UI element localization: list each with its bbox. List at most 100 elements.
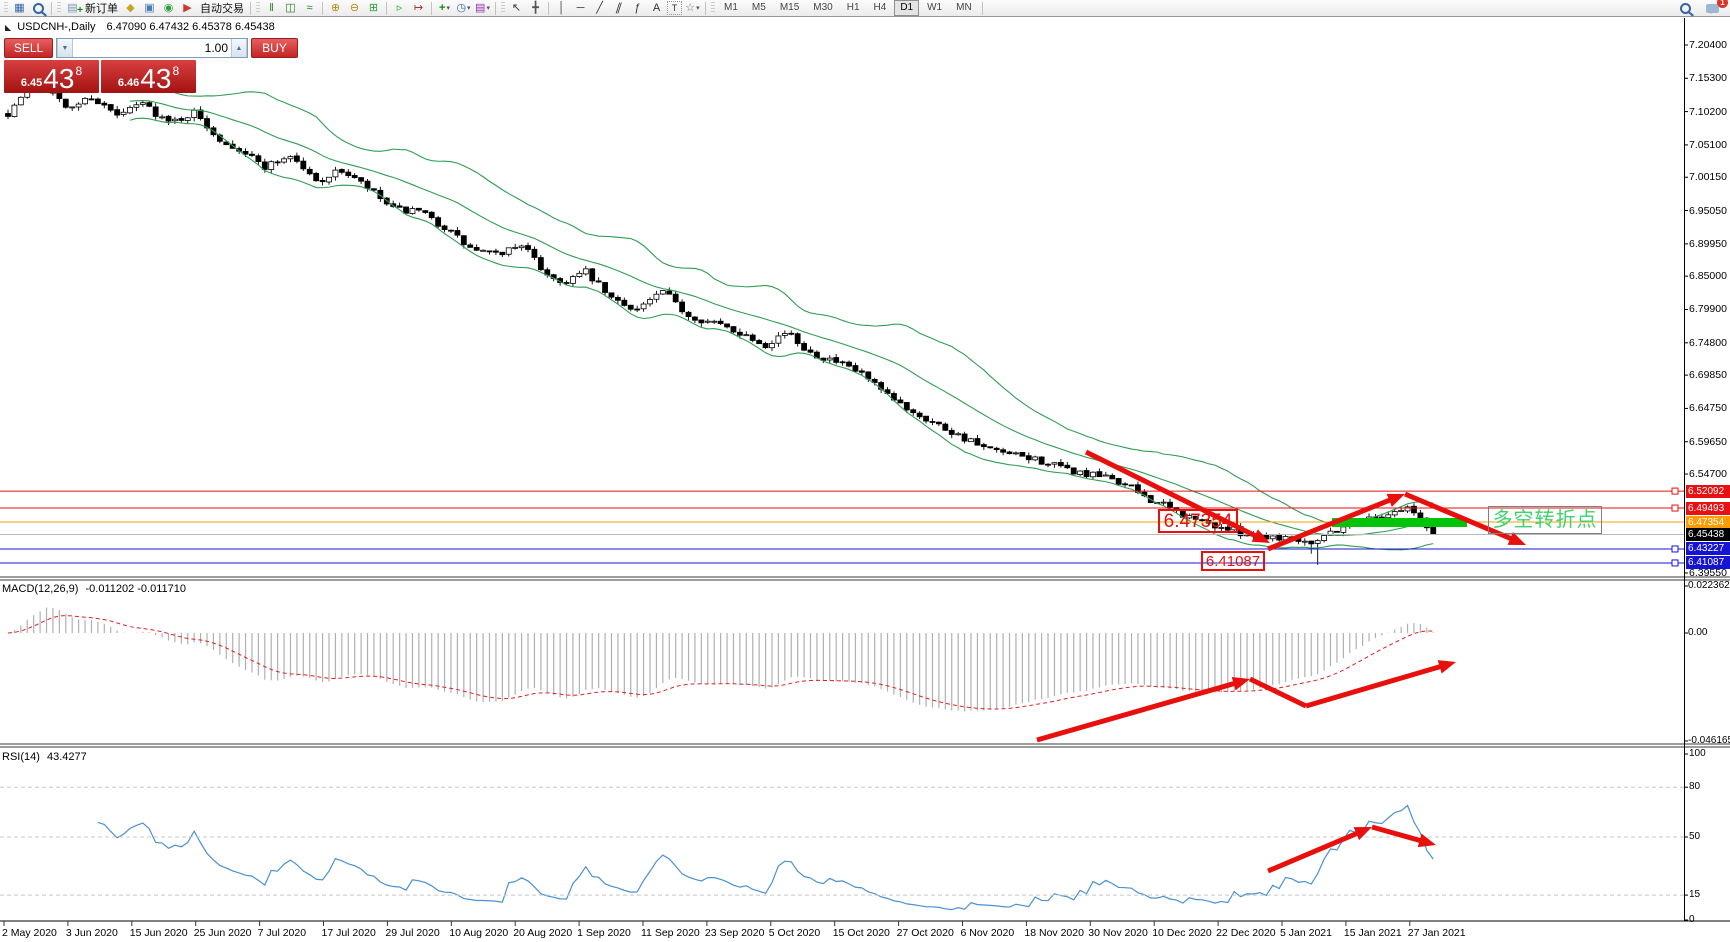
timeframe-button-H4[interactable]: H4 [868,0,893,16]
vertical-line-tool-icon[interactable]: │ [553,1,570,16]
price-axis-tick: 7.15300 [1689,72,1727,85]
sell-price-prefix: 6.45 [20,77,43,89]
timeframe-button-M5[interactable]: M5 [746,0,772,16]
magnifier-icon [33,2,44,14]
timeframe-button-MN[interactable]: MN [950,0,978,16]
cursor-tool-icon[interactable]: ↖ [508,1,525,16]
timeframe-button-H1[interactable]: H1 [841,0,866,16]
mt-terminal-window: ▦ ▤ + 新订单 ◆ ▣ ◉ ▶ 自动交易 ‖ ◫ ≈ ⊕ ⊖ ⊞ ▹ ↦ +… [0,0,1730,942]
rsi-label: RSI(14) 43.4277 [2,751,87,763]
autotrading-icon[interactable]: ▶ [179,1,196,16]
main-toolbar: ▦ ▤ + 新订单 ◆ ▣ ◉ ▶ 自动交易 ‖ ◫ ≈ ⊕ ⊖ ⊞ ▹ ↦ +… [0,0,1730,17]
turning-point-note[interactable]: 多空转折点 [1488,506,1602,534]
date-axis-label: 15 Jan 2021 [1343,927,1402,939]
autotrading-label[interactable]: 自动交易 [200,0,244,16]
price-axis-tick: 6.79900 [1689,303,1727,316]
horizontal-line-tool-icon[interactable]: ─ [572,1,589,16]
toolbar-grip[interactable] [256,2,260,14]
text-tool-icon[interactable]: A [648,1,665,16]
toolbar-grip[interactable] [711,2,715,14]
timeframe-toolbar: M1 M5 M15 M30 H1 H4 D1 W1 MN [717,0,979,16]
new-order-label[interactable]: 新订单 [85,0,118,16]
toolbar-grip[interactable] [4,2,8,14]
date-axis-label: 10 Dec 2020 [1152,927,1212,939]
toolbar-separator [386,1,387,15]
buy-button[interactable]: BUY [251,38,298,58]
date-axis-label: 5 Jan 2021 [1280,927,1332,939]
buy-price-box[interactable]: 6.46 43 8 [101,60,196,93]
timeframe-button-D1[interactable]: D1 [894,0,920,16]
fibonacci-tool-icon[interactable]: ƒ [629,1,646,16]
templates-button[interactable]: ▤ ▾ [474,1,491,16]
zoom-in-icon[interactable]: ⊕ [327,1,344,16]
date-axis-label: 23 Sep 2020 [704,927,765,939]
date-axis-label: 6 Nov 2020 [960,927,1015,939]
volume-control: ▼ ▲ [56,38,248,58]
navigator-icon[interactable]: ◉ [160,1,177,16]
volume-decrease-button[interactable]: ▼ [57,39,73,57]
chevron-down-icon: ▾ [467,4,471,12]
template-icon: ▤ [475,1,486,14]
date-axis-label: 15 Oct 2020 [832,927,890,939]
date-axis-label: 10 Aug 2020 [449,927,509,939]
candlestick-chart-icon[interactable]: ◫ [282,1,299,16]
price-axis-tick: 6.64750 [1689,402,1727,415]
timeframe-button-M30[interactable]: M30 [807,0,838,16]
support-price-annotation[interactable]: 6.41087 [1201,551,1265,571]
indicators-button[interactable]: + ▾ [436,1,453,16]
toolbar-separator [981,1,983,15]
zoom-out-icon[interactable]: ⊖ [346,1,363,16]
rsi-axis-tick: 0 [1689,914,1695,925]
sell-button[interactable]: SELL [4,38,53,58]
charts-icon[interactable]: ▦ [11,1,28,16]
search-icon[interactable] [1677,1,1694,16]
date-axis-label: 15 Jun 2020 [129,927,188,939]
notification-badge: 1 [1717,0,1728,8]
market-watch-icon[interactable] [30,1,47,16]
price-axis-tick: 6.59650 [1689,435,1727,448]
symbol-period-label: USDCNH-,Daily [17,21,96,33]
rsi-axis-tick: 15 [1689,889,1701,901]
tile-windows-icon[interactable]: ⊞ [365,1,382,16]
timeframe-button-M1[interactable]: M1 [718,0,744,16]
date-axis-label: 22 Dec 2020 [1216,927,1276,939]
channel-tool-icon[interactable]: ∥ [608,1,630,16]
clock-icon: ◷ [456,1,467,14]
bar-chart-icon[interactable]: ‖ [263,1,280,16]
price-axis-tick: 6.54700 [1689,468,1727,481]
label-tool-icon[interactable]: T [667,1,682,15]
date-axis-label: 29 Jul 2020 [385,927,440,939]
toolbar-separator [322,1,323,15]
volume-increase-button[interactable]: ▲ [231,39,247,57]
date-axis-label: 27 Oct 2020 [896,927,954,939]
price-axis-tag: 6.43227 [1686,542,1730,555]
volume-input[interactable] [73,39,231,57]
auto-scroll-icon[interactable]: ▹ [391,1,408,16]
macd-axis-tick: 0.00 [1688,627,1708,638]
line-chart-icon[interactable]: ≈ [301,1,318,16]
date-axis-label: 17 Jul 2020 [321,927,376,939]
toolbar-grip[interactable] [501,2,505,14]
trendline-tool-icon[interactable]: ╱ [591,1,608,16]
new-order-button[interactable]: ▤ + [64,1,83,16]
new-order-icon: ▤ [67,1,78,14]
periods-button[interactable]: ◷ ▾ [455,1,472,16]
chat-icon[interactable]: 1 [1704,0,1728,16]
pivot-price-annotation[interactable]: 6.47354 [1158,509,1238,533]
terminal-icon[interactable]: ▣ [141,1,158,16]
chart-shift-icon[interactable]: ↦ [410,1,427,16]
chevron-down-icon: ▾ [696,4,700,12]
crosshair-tool-icon[interactable]: ╋ [527,1,544,16]
date-axis-label: 30 Nov 2020 [1088,927,1148,939]
timeframe-button-M15[interactable]: M15 [774,0,805,16]
price-axis-tick: 7.00150 [1689,171,1727,184]
price-chart[interactable] [0,0,1730,942]
toolbar-separator [51,1,52,15]
toolbar-grip[interactable] [57,2,61,14]
sell-price-box[interactable]: 6.45 43 8 [4,60,99,93]
magnifier-icon [1680,2,1691,14]
shapes-tool-button[interactable]: ☆ ▾ [684,1,701,16]
toolbar-separator [495,1,496,15]
chart-profile-icon[interactable]: ◆ [122,1,139,16]
timeframe-button-W1[interactable]: W1 [921,0,948,16]
